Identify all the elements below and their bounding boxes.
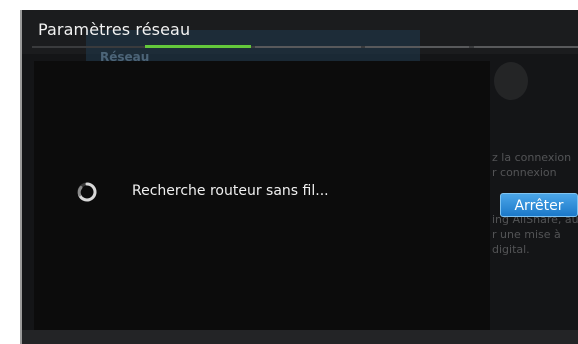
network-settings-screen: Réseau Paramètres réseau z la connexion … xyxy=(22,10,578,344)
background-text-line: digital. xyxy=(492,243,530,256)
dialog-message: Recherche routeur sans fil... xyxy=(132,183,329,199)
bottom-bar xyxy=(22,330,578,344)
background-text-line: r une mise à xyxy=(492,228,561,241)
step-progress-segment xyxy=(474,46,578,48)
step-progress-active xyxy=(145,45,251,48)
loading-spinner-icon xyxy=(77,182,97,202)
background-text-line: r connexion xyxy=(492,166,557,179)
stop-button[interactable]: Arrêter xyxy=(500,193,578,217)
page-title: Paramètres réseau xyxy=(38,20,191,39)
background-text-line: z la connexion xyxy=(492,151,572,164)
network-icon xyxy=(494,62,528,100)
searching-dialog: Recherche routeur sans fil... xyxy=(34,61,490,344)
step-progress-segment xyxy=(365,46,469,48)
step-progress-segment xyxy=(255,46,361,48)
